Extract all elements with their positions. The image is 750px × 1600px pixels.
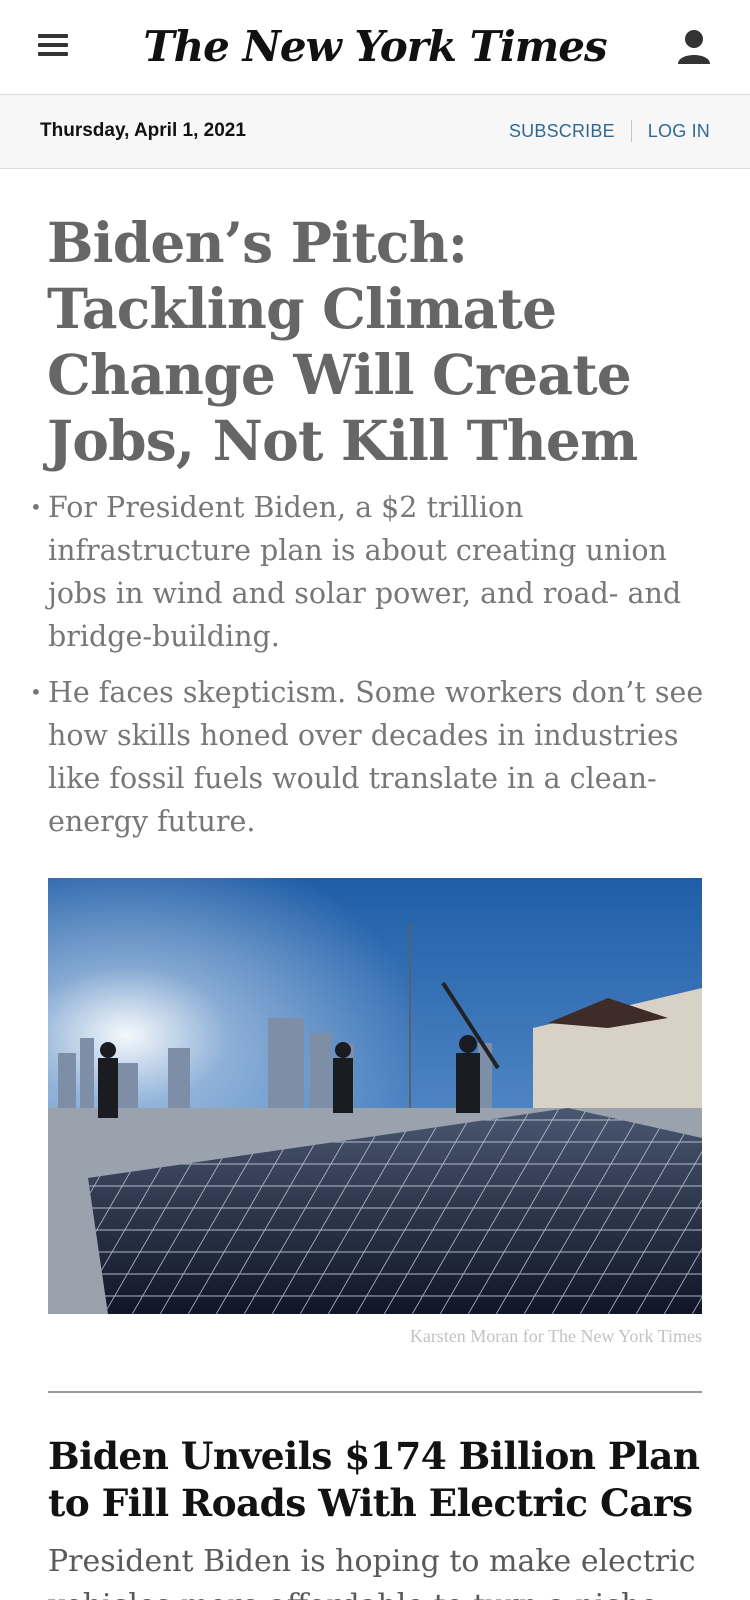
- account-links: SUBSCRIBE LOG IN: [509, 120, 710, 142]
- lead-headline[interactable]: Biden’s Pitch: Tackling Climate Change W…: [47, 210, 687, 474]
- second-headline[interactable]: Biden Unveils $174 Billion Plan to Fill …: [48, 1433, 708, 1527]
- second-summary: President Biden is hoping to make electr…: [48, 1544, 696, 1600]
- lead-summary-list: For President Biden, a $2 trillion infra…: [30, 486, 710, 856]
- section-divider: [48, 1391, 702, 1393]
- user-icon[interactable]: [676, 28, 712, 66]
- summary-bullet: He faces skepticism. Some workers don’t …: [30, 671, 710, 843]
- masthead: The New York Times: [0, 0, 750, 95]
- current-date: Thursday, April 1, 2021: [40, 120, 246, 141]
- subscribe-link[interactable]: SUBSCRIBE: [509, 121, 615, 142]
- login-link[interactable]: LOG IN: [648, 121, 710, 142]
- date-bar: Thursday, April 1, 2021 SUBSCRIBE LOG IN: [0, 95, 750, 169]
- lead-photo[interactable]: [48, 878, 702, 1314]
- nyt-logo[interactable]: The New York Times: [0, 22, 750, 71]
- summary-bullet: For President Biden, a $2 trillion infra…: [30, 486, 710, 658]
- divider: [630, 120, 632, 142]
- photo-credit: Karsten Moran for The New York Times: [409, 1326, 702, 1346]
